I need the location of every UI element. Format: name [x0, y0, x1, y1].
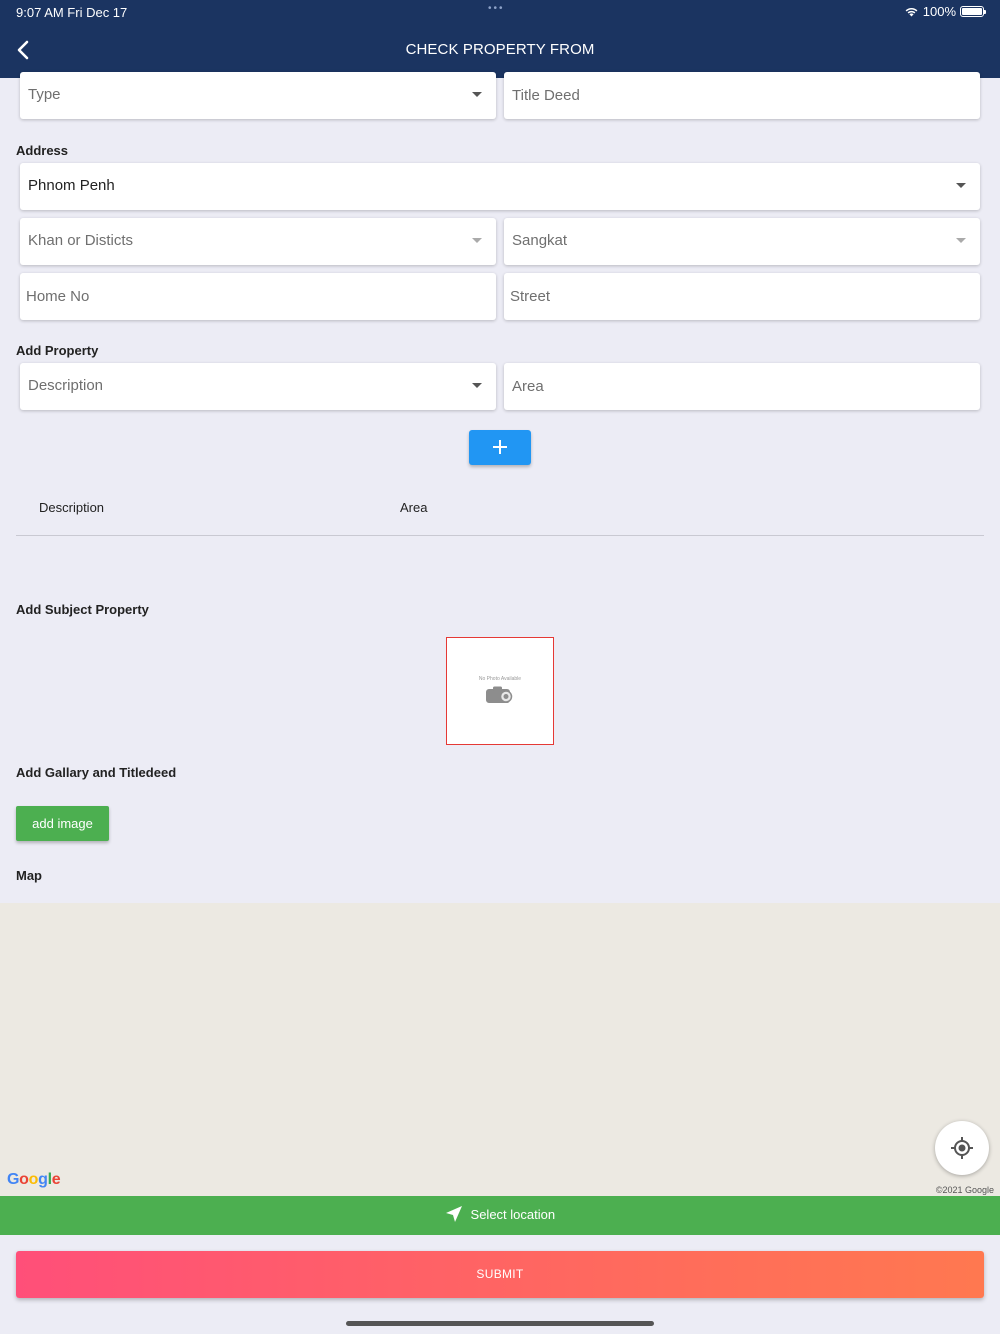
- page-title: CHECK PROPERTY FROM: [405, 41, 595, 58]
- google-logo: Google: [7, 1171, 61, 1188]
- status-bar: 9:07 AM Fri Dec 17 ••• 100%: [0, 0, 1000, 24]
- home-indicator: [346, 1321, 654, 1326]
- sangkat-dropdown[interactable]: Sangkat: [504, 218, 980, 265]
- caret-down-icon: [472, 383, 482, 388]
- caret-down-icon: [956, 183, 966, 188]
- caret-down-icon: [472, 92, 482, 97]
- address-label: Address: [16, 143, 69, 158]
- multitask-dots-icon: •••: [488, 3, 505, 14]
- table-header-description: Description: [39, 500, 105, 515]
- khan-dropdown-label: Khan or Disticts: [28, 232, 134, 249]
- select-location-button[interactable]: Select location: [0, 1196, 1000, 1235]
- submit-button[interactable]: SUBMIT: [16, 1251, 984, 1298]
- status-time: 9:07 AM Fri Dec 17: [16, 5, 128, 20]
- nav-bar: CHECK PROPERTY FROM: [0, 24, 1000, 78]
- no-photo-text: No Photo Available: [478, 676, 522, 682]
- table-divider: [16, 535, 984, 536]
- khan-dropdown[interactable]: Khan or Disticts: [20, 218, 496, 265]
- street-input[interactable]: [504, 273, 980, 320]
- map-view[interactable]: Google ©2021 Google: [0, 903, 1000, 1196]
- subject-property-label: Add Subject Property: [16, 602, 149, 617]
- gallery-label: Add Gallary and Titledeed: [16, 765, 177, 780]
- camera-icon: [486, 686, 513, 703]
- caret-down-icon: [472, 238, 482, 243]
- select-location-label: Select location: [470, 1207, 556, 1222]
- type-dropdown[interactable]: Type: [20, 72, 496, 119]
- description-dropdown-label: Description: [28, 377, 104, 394]
- home-no-input[interactable]: [20, 273, 496, 320]
- map-label: Map: [16, 868, 42, 883]
- area-input[interactable]: [504, 363, 980, 410]
- subject-photo-picker[interactable]: No Photo Available: [446, 637, 554, 745]
- navigation-arrow-icon: [445, 1206, 462, 1223]
- my-location-button[interactable]: [935, 1121, 989, 1175]
- city-value: Phnom Penh: [28, 177, 115, 194]
- sangkat-dropdown-label: Sangkat: [512, 232, 568, 249]
- crosshair-icon: [951, 1137, 973, 1159]
- title-deed-input[interactable]: [504, 72, 980, 119]
- add-property-button[interactable]: [469, 430, 531, 465]
- status-right: 100%: [904, 4, 986, 19]
- city-dropdown[interactable]: Phnom Penh: [20, 163, 980, 210]
- type-dropdown-label: Type: [28, 86, 61, 103]
- battery-percent: 100%: [922, 4, 956, 19]
- table-header-area: Area: [400, 500, 428, 515]
- battery-icon: [960, 6, 986, 17]
- map-copyright: ©2021 Google: [935, 1185, 994, 1195]
- wifi-icon: [905, 7, 918, 17]
- add-image-button[interactable]: add image: [16, 806, 109, 841]
- caret-down-icon: [956, 238, 966, 243]
- description-dropdown[interactable]: Description: [20, 363, 496, 410]
- add-property-label: Add Property: [16, 343, 99, 358]
